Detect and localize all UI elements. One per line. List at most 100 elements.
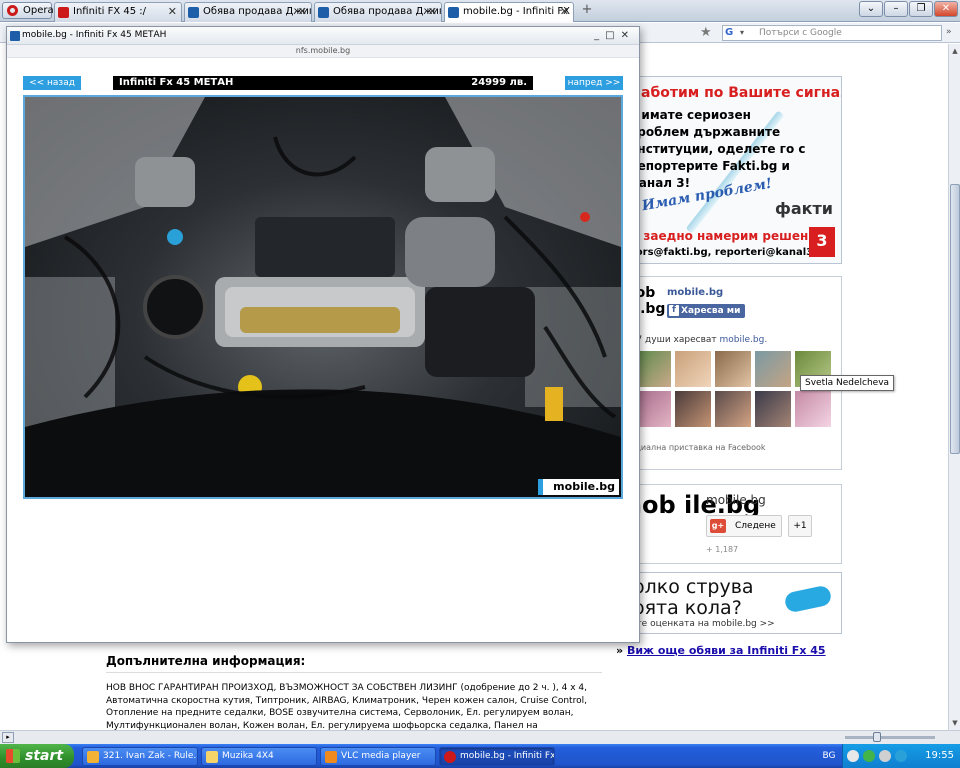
restore-icon[interactable]: ❐ [909, 1, 933, 17]
car-value-banner[interactable]: олко струва оята кола? кте оценката на m… [610, 572, 842, 634]
fb-like-button[interactable]: f Харесва ми [667, 304, 746, 318]
fan-avatar[interactable] [635, 351, 671, 387]
windows-logo-icon [6, 749, 20, 763]
language-indicator[interactable]: BG [819, 744, 839, 768]
opera-favicon-icon [58, 7, 69, 18]
task-label: 321. Ivan Zak - Rule... [103, 751, 198, 761]
gp-plus-one-button[interactable]: +1 [788, 515, 812, 537]
tray-expand-icon[interactable] [847, 750, 859, 762]
fan-avatar[interactable] [755, 351, 791, 387]
opera-menu-button[interactable]: Opera [2, 2, 54, 19]
scroll-down-icon[interactable]: ▼ [950, 717, 960, 729]
popup-titlebar[interactable]: mobile.bg - Infiniti Fx 45 МЕТАН _□✕ [7, 27, 639, 45]
fan-avatar[interactable] [675, 391, 711, 427]
fb-fan-faces [635, 351, 835, 431]
close-icon[interactable]: ✕ [934, 1, 958, 17]
gp-follower-count: + 1,187 [706, 545, 739, 554]
google-search-field[interactable]: G ▾ Потърси с Google [722, 25, 942, 41]
fb-social-plugin-label[interactable]: Социална приставка на Facebook [625, 443, 766, 452]
tab-close-icon[interactable]: ✕ [428, 3, 437, 21]
network-icon[interactable] [879, 750, 891, 762]
car-title-bar: Infiniti Fx 45 МЕТАН 24999 лв. [113, 76, 533, 90]
value-banner-line2: оята кола? [633, 597, 742, 619]
gp-page-name[interactable]: mobile.bg [706, 493, 766, 507]
gp-follow-button[interactable]: g+ Следене [706, 515, 782, 537]
signal-ad-banner[interactable]: аботим по Вашите сигнали! о имате сериоз… [610, 76, 842, 264]
popup-window-controls: _□✕ [594, 27, 635, 44]
tab-close-icon[interactable]: ✕ [168, 3, 177, 21]
mobile-bg-favicon-icon [448, 7, 459, 18]
tab-infiniti-fx45[interactable]: Infiniti FX 45 :/ ✕ [54, 2, 182, 22]
taskbar-item-winamp[interactable]: 321. Ivan Zak - Rule... [82, 747, 198, 766]
see-more-link[interactable]: Виж още обяви за Infiniti Fx 45 [627, 644, 826, 657]
taskbar-item-vlc[interactable]: VLC media player [320, 747, 436, 766]
start-label: start [25, 748, 64, 764]
taskbar-item-folder[interactable]: Muzika 4X4 [201, 747, 317, 766]
divider [106, 672, 602, 673]
gp-follow-label: Следене [735, 521, 776, 531]
browser-tab-bar: Opera Infiniti FX 45 :/ ✕ Обява продава … [0, 0, 960, 22]
fb-like-label: Харесва ми [681, 306, 741, 316]
zoom-slider[interactable] [845, 736, 935, 739]
zoom-slider-handle[interactable] [873, 732, 881, 742]
start-button[interactable]: start [0, 744, 74, 768]
taskbar-item-opera[interactable]: mobile.bg - Infiniti Fx ... [439, 747, 555, 766]
status-bar: ▸ [0, 730, 960, 744]
scroll-up-icon[interactable]: ▲ [950, 45, 960, 57]
tab-obyava-2[interactable]: Обява продава Джипо... ✕ [314, 2, 442, 22]
fan-name-tooltip: Svetla Nedelcheva [800, 375, 895, 391]
minimize-icon[interactable]: – [884, 1, 908, 17]
tab-close-icon[interactable]: ✕ [560, 3, 569, 21]
tab-label: Infiniti FX 45 :/ [73, 6, 147, 17]
fan-avatar[interactable] [715, 391, 751, 427]
car-title: Infiniti Fx 45 МЕТАН [119, 77, 234, 88]
popup-title: mobile.bg - Infiniti Fx 45 МЕТАН [22, 30, 167, 40]
volume-icon[interactable] [895, 750, 907, 762]
fan-avatar[interactable] [715, 351, 751, 387]
tab-label: Обява продава Джипо... [333, 6, 441, 17]
engine-bay-photo[interactable]: mobile.bg [23, 95, 623, 499]
tab-obyava-1[interactable]: Обява продава Джипо... ✕ [184, 2, 312, 22]
next-photo-button[interactable]: напред >> [565, 76, 623, 90]
opera-logo-icon [444, 751, 456, 763]
mobile-bg-watermark: mobile.bg [538, 479, 619, 495]
scrollbar-thumb[interactable] [950, 184, 960, 454]
dropdown-arrow-icon[interactable]: ▾ [740, 26, 744, 40]
facebook-like-box: mob ile.bg mobile.bg f Харесва ми 247 ду… [610, 276, 842, 470]
task-label: VLC media player [341, 751, 421, 761]
photo-navigation: << назад Infiniti Fx 45 МЕТАН 24999 лв. … [7, 76, 639, 92]
scroll-tabs-icon[interactable]: ⌄ [859, 1, 883, 17]
vlc-cone-icon [325, 751, 337, 763]
banner-text: о имате сериозен проблем държавните инст… [629, 108, 806, 190]
see-more-line: » Виж още обяви за Infiniti Fx 45 [616, 644, 826, 657]
google-plus-icon: g+ [710, 519, 726, 533]
tab-label: Обява продава Джипо... [203, 6, 311, 17]
new-tab-icon[interactable]: + [580, 3, 594, 18]
system-clock: 19:55 [925, 750, 954, 761]
previous-photo-button[interactable]: << назад [23, 76, 81, 90]
security-shield-icon[interactable] [863, 750, 875, 762]
minimize-icon[interactable]: _ [594, 30, 605, 41]
fb-count-link[interactable]: mobile.bg. [720, 335, 768, 345]
maximize-icon[interactable]: □ [605, 30, 620, 41]
system-tray: BG 19:55 [823, 744, 960, 768]
fan-avatar[interactable] [675, 351, 711, 387]
vertical-scrollbar[interactable]: ▲ ▼ [948, 44, 960, 730]
fan-avatar[interactable] [795, 391, 831, 427]
fb-page-name[interactable]: mobile.bg [667, 287, 723, 298]
value-banner-cta: кте оценката на mobile.bg >> [631, 619, 775, 629]
fb-like-count: 247 души харесват mobile.bg. [625, 335, 767, 345]
fan-avatar[interactable] [755, 391, 791, 427]
bookmark-star-icon[interactable]: ★ [700, 25, 712, 40]
panel-toggle-icon[interactable]: ▸ [2, 732, 14, 743]
tab-close-icon[interactable]: ✕ [298, 3, 307, 21]
fan-avatar[interactable] [635, 391, 671, 427]
close-icon[interactable]: ✕ [621, 30, 635, 41]
media-player-icon [87, 751, 99, 763]
value-banner-line1: олко струва [633, 576, 754, 598]
task-label: Muzika 4X4 [222, 751, 274, 761]
google-plus-box: mob ile.bg mobile.bg g+ Следене +1 + 1,1… [610, 484, 842, 564]
toolbar-menu-icon[interactable]: » [946, 27, 952, 37]
tab-mobile-bg-active[interactable]: mobile.bg - Infiniti FX 45 ... ✕ [444, 2, 574, 22]
additional-info-text: НОВ ВНОС ГАРАНТИРАН ПРОИЗХОД, ВЪЗМОЖНОСТ… [106, 683, 587, 730]
